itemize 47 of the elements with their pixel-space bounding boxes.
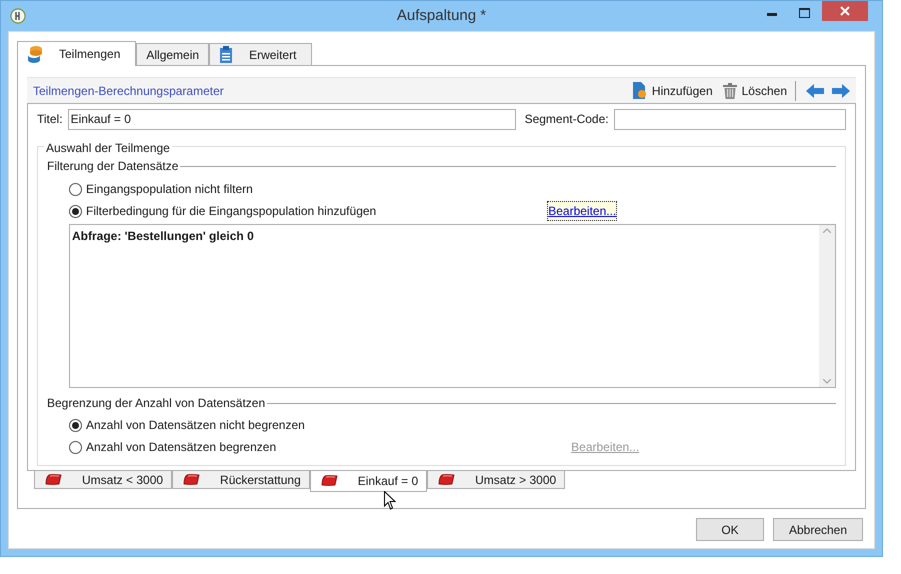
section-title: Teilmengen-Berechnungsparameter [33,82,224,100]
add-document-icon [630,82,647,99]
scroll-down-icon[interactable] [823,379,831,384]
maximize-icon[interactable] [799,8,810,18]
window-title: Aufspaltung * [396,6,486,26]
segment-code-label: Segment-Code: [524,111,609,128]
radio-label: Eingangspopulation nicht filtern [86,181,253,198]
segment-code-field[interactable] [614,108,846,130]
group-legend: Filterung der Datensätze [47,157,180,175]
radio-button[interactable] [69,204,82,218]
toolbar-button[interactable]: Löschen [722,82,787,100]
tab[interactable]: Erweitert [209,43,312,66]
tab[interactable]: Teilmengen [17,41,136,66]
radio-button[interactable] [69,182,82,196]
tab[interactable]: Allgemein [136,43,210,66]
segment-icon [45,474,62,485]
radio-button[interactable] [69,418,82,432]
scroll-up-icon[interactable] [823,228,831,233]
segment-icon [183,474,200,485]
scrollbar[interactable] [819,225,835,387]
dialog-button[interactable]: Abbrechen [773,518,863,541]
mouse-pointer-icon [384,491,396,510]
query-text: Abfrage: 'Bestellungen' gleich 0 [71,228,255,245]
close-button[interactable] [822,1,868,21]
app-icon [10,8,26,24]
trash-icon [722,82,737,98]
close-icon [840,6,850,16]
segment-icon [320,475,338,486]
arrow-left-icon[interactable] [806,84,824,98]
subset-tab[interactable]: Einkauf = 0 [310,470,428,492]
title-label: Titel: [37,111,63,128]
subset-tab[interactable]: Umsatz > 3000 [427,470,566,489]
radio-label: Anzahl von Datensätzen begrenzen [86,439,276,456]
database-icon [27,45,43,63]
group-legend: Begrenzung der Anzahl von Datensätzen [47,394,268,412]
radio-label: Anzahl von Datensätzen nicht begrenzen [86,417,305,434]
subset-tab[interactable]: Rückerstattung [172,470,310,489]
clipboard-icon [219,46,234,63]
edit-link[interactable]: Bearbeiten... [548,202,616,220]
radio-label: Filterbedingung für die Eingangspopulation hinzufügen [86,203,376,220]
title-field[interactable]: Einkauf = 0 [68,108,516,130]
toolbar-button[interactable]: Hinzufügen [630,82,713,100]
dialog-button[interactable]: OK [696,518,764,541]
subset-tab[interactable]: Umsatz < 3000 [34,470,172,489]
arrow-right-icon[interactable] [832,84,850,98]
radio-button[interactable] [69,440,82,454]
segment-icon [438,474,456,485]
